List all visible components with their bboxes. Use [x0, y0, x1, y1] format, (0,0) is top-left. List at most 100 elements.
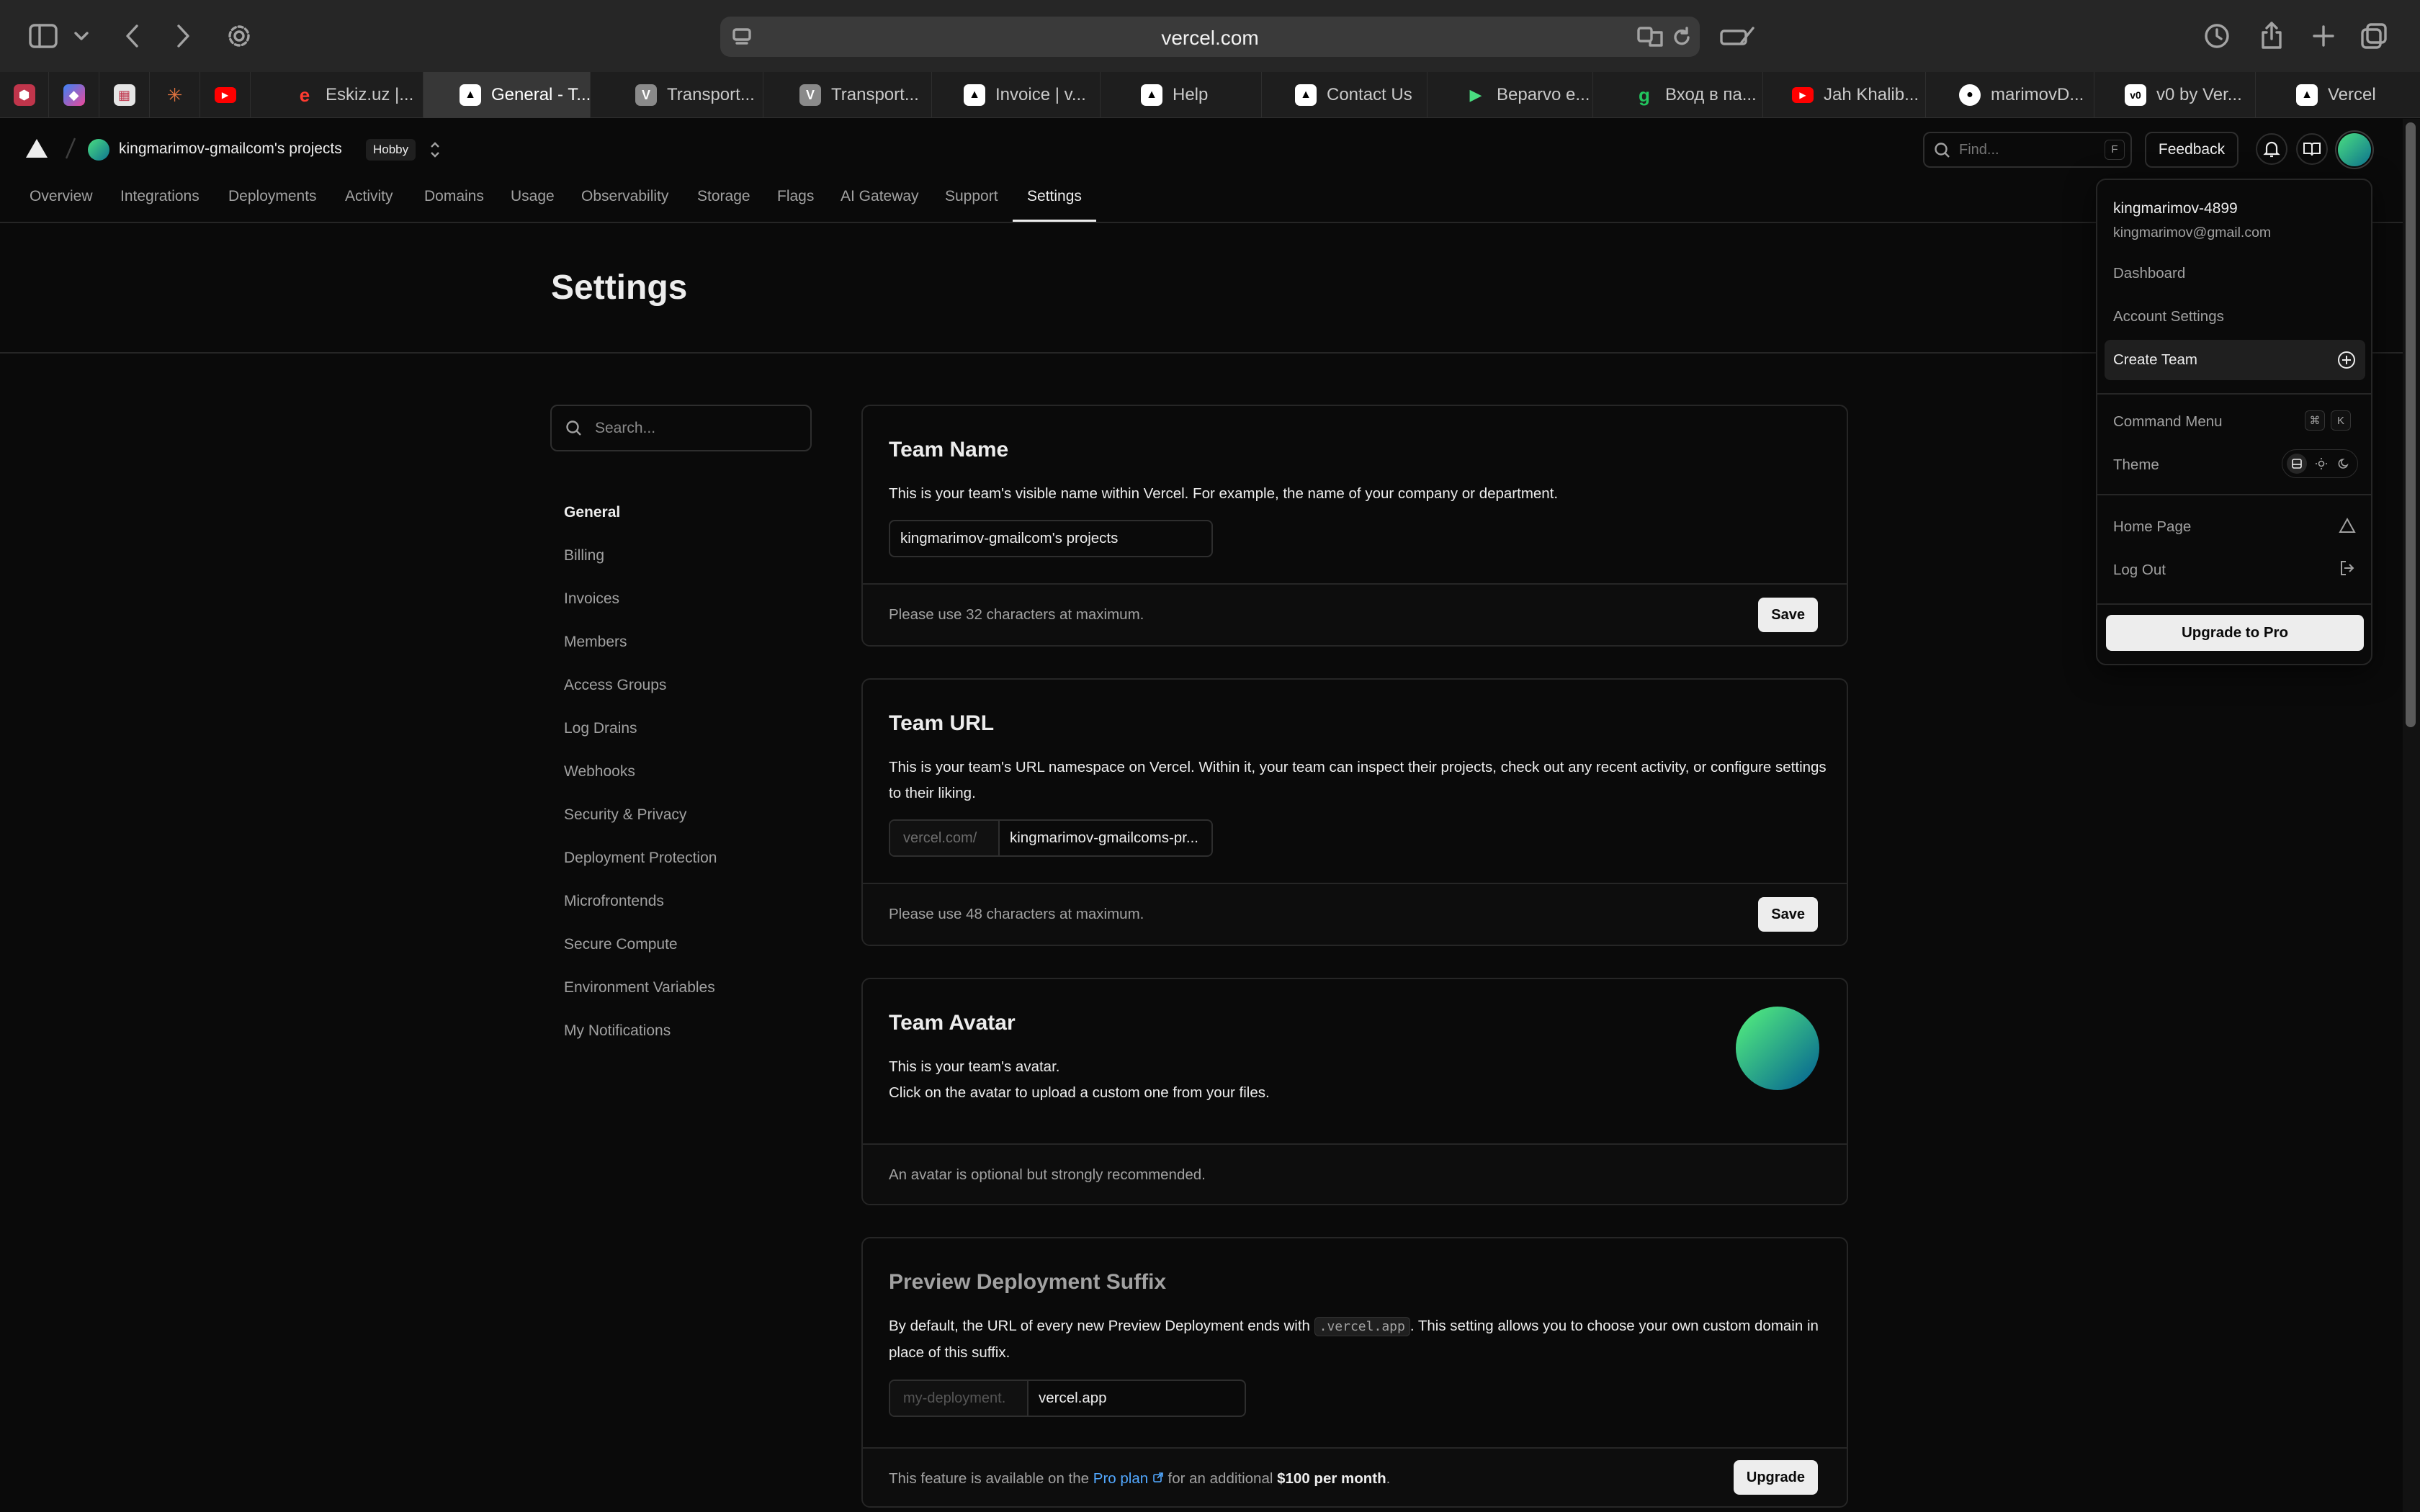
- tab-label: v0 by Ver...: [2156, 85, 2242, 104]
- team-name-value[interactable]: kingmarimov-gmailcom's projects: [900, 521, 1203, 556]
- browser-tab[interactable]: ▲ Vercel: [2256, 72, 2403, 118]
- find-input[interactable]: F: [1923, 132, 2132, 168]
- browser-tab[interactable]: V Transport...: [763, 72, 932, 118]
- sidebar-item-log-drains[interactable]: Log Drains: [564, 720, 637, 737]
- chevron-updown-icon[interactable]: [428, 139, 442, 164]
- theme-switcher[interactable]: [2282, 449, 2358, 478]
- reload-icon[interactable]: [1670, 25, 1694, 50]
- menu-item-home-page[interactable]: Home Page: [2113, 518, 2191, 536]
- settings-search[interactable]: [550, 405, 812, 451]
- sidebar-item-webhooks[interactable]: Webhooks: [564, 763, 635, 780]
- find-field[interactable]: [1959, 139, 2089, 161]
- team-url-input[interactable]: vercel.com/ kingmarimov-gmailcoms-pr...: [889, 819, 1213, 857]
- pinned-tab[interactable]: ✳: [150, 72, 200, 118]
- save-button[interactable]: Save: [1758, 598, 1818, 632]
- browser-tab[interactable]: ▶ Jah Khalib...: [1763, 72, 1926, 118]
- team-url-value[interactable]: kingmarimov-gmailcoms-pr...: [1010, 821, 1209, 855]
- browser-tab[interactable]: ▶ Beparvo e...: [1428, 72, 1593, 118]
- user-avatar[interactable]: [2338, 133, 2371, 166]
- project-name[interactable]: kingmarimov-gmailcom's projects: [119, 140, 342, 158]
- forward-arrow-icon[interactable]: [170, 22, 196, 50]
- bell-icon[interactable]: [2256, 133, 2287, 165]
- address-bar[interactable]: vercel.com: [720, 17, 1700, 57]
- sidebar-item-microfrontends[interactable]: Microfrontends: [564, 893, 664, 910]
- new-tab-icon[interactable]: [2309, 22, 2338, 50]
- browser-tab[interactable]: ● marimovD...: [1926, 72, 2094, 118]
- pinned-tab[interactable]: ⬢: [0, 72, 49, 118]
- sidebar-item-invoices[interactable]: Invoices: [564, 590, 619, 608]
- moon-icon[interactable]: [2334, 454, 2354, 474]
- pro-plan-link-text[interactable]: Pro plan: [1093, 1470, 1148, 1487]
- sidebar-item-security-privacy[interactable]: Security & Privacy: [564, 806, 686, 824]
- sidebar-item-access-groups[interactable]: Access Groups: [564, 677, 666, 694]
- external-link-icon: [1152, 1470, 1164, 1487]
- pro-plan-link[interactable]: Pro plan: [1093, 1470, 1164, 1487]
- vercel-logo-icon[interactable]: [24, 138, 49, 163]
- nav-tab-usage[interactable]: Usage: [511, 188, 555, 205]
- system-theme-icon[interactable]: [2287, 454, 2307, 474]
- sidebar-item-billing[interactable]: Billing: [564, 547, 604, 564]
- sidebar-toggle-icon[interactable]: [27, 22, 59, 50]
- menu-item-log-out[interactable]: Log Out: [2113, 562, 2166, 579]
- sidebar-item-deployment-protection[interactable]: Deployment Protection: [564, 850, 717, 867]
- upgrade-button[interactable]: Upgrade: [1733, 1460, 1818, 1495]
- browser-tab[interactable]: ▲ Invoice | v...: [932, 72, 1101, 118]
- team-avatar-upload[interactable]: [1736, 1007, 1819, 1090]
- sun-icon[interactable]: [2311, 454, 2331, 474]
- translate-icon[interactable]: [1636, 24, 1665, 49]
- sidebar-item-general[interactable]: General: [564, 504, 620, 521]
- menu-item-account-settings[interactable]: Account Settings: [2113, 308, 2224, 325]
- nav-tab-domains[interactable]: Domains: [424, 188, 484, 205]
- browser-tab[interactable]: v0 v0 by Ver...: [2094, 72, 2256, 118]
- browser-tab[interactable]: e Eskiz.uz |...: [251, 72, 424, 118]
- nav-tab-settings[interactable]: Settings: [1027, 188, 1082, 205]
- edit-toolbar-icon[interactable]: [1718, 22, 1756, 50]
- browser-tab[interactable]: V Transport...: [591, 72, 763, 118]
- history-icon[interactable]: [2201, 20, 2233, 52]
- docs-book-icon[interactable]: [2296, 133, 2328, 165]
- nav-tab-observability[interactable]: Observability: [581, 188, 668, 205]
- nav-tab-integrations[interactable]: Integrations: [120, 188, 200, 205]
- browser-tab[interactable]: g Вход в па...: [1593, 72, 1763, 118]
- menu-item-command-menu[interactable]: Command Menu: [2113, 413, 2223, 431]
- nav-tab-deployments[interactable]: Deployments: [228, 188, 317, 205]
- tab-label: Jah Khalib...: [1824, 85, 1919, 104]
- nav-tab-activity[interactable]: Activity: [345, 188, 393, 205]
- team-avatar-small[interactable]: [88, 139, 109, 161]
- gear-icon[interactable]: [223, 20, 255, 52]
- sidebar-item-environment-variables[interactable]: Environment Variables: [564, 979, 715, 996]
- pinned-tab[interactable]: ◆: [49, 72, 99, 118]
- sidebar-item-members[interactable]: Members: [564, 634, 627, 651]
- save-button[interactable]: Save: [1758, 897, 1818, 932]
- url-text[interactable]: vercel.com: [720, 27, 1700, 50]
- sidebar-item-secure-compute[interactable]: Secure Compute: [564, 936, 678, 953]
- v-favicon-icon: V: [799, 84, 821, 106]
- upgrade-to-pro-button[interactable]: Upgrade to Pro: [2106, 615, 2364, 651]
- sidebar-item-my-notifications[interactable]: My Notifications: [564, 1022, 671, 1040]
- pinned-tab[interactable]: ▦: [99, 72, 150, 118]
- nav-tab-support[interactable]: Support: [945, 188, 998, 205]
- k-key-badge: K: [2331, 410, 2351, 431]
- tab-overview-icon[interactable]: [2358, 20, 2390, 52]
- menu-item-create-team[interactable]: Create Team: [2105, 340, 2365, 380]
- share-icon[interactable]: [2256, 19, 2287, 52]
- browser-tab[interactable]: ▲ Help: [1101, 72, 1262, 118]
- menu-divider: [2097, 494, 2371, 495]
- menu-item-theme: Theme: [2113, 456, 2159, 473]
- chevron-down-icon[interactable]: [72, 26, 91, 46]
- feedback-button[interactable]: Feedback: [2145, 132, 2238, 168]
- browser-tab-active[interactable]: ▲ General - T...: [424, 72, 591, 118]
- back-arrow-icon[interactable]: [120, 22, 145, 50]
- team-name-input[interactable]: kingmarimov-gmailcom's projects: [889, 520, 1213, 557]
- nav-tab-storage[interactable]: Storage: [697, 188, 750, 205]
- card-title: Team URL: [889, 711, 995, 735]
- nav-tab-ai-gateway[interactable]: AI Gateway: [841, 188, 919, 205]
- browser-tab[interactable]: ▲ Contact Us: [1262, 72, 1428, 118]
- settings-search-input[interactable]: [595, 406, 804, 450]
- nav-tab-overview[interactable]: Overview: [30, 188, 93, 205]
- scrollbar-thumb[interactable]: [2406, 122, 2416, 727]
- v-favicon-icon: V: [635, 84, 657, 106]
- menu-item-dashboard[interactable]: Dashboard: [2113, 265, 2185, 282]
- nav-tab-flags[interactable]: Flags: [777, 188, 814, 205]
- pinned-tab[interactable]: ▶: [200, 72, 251, 118]
